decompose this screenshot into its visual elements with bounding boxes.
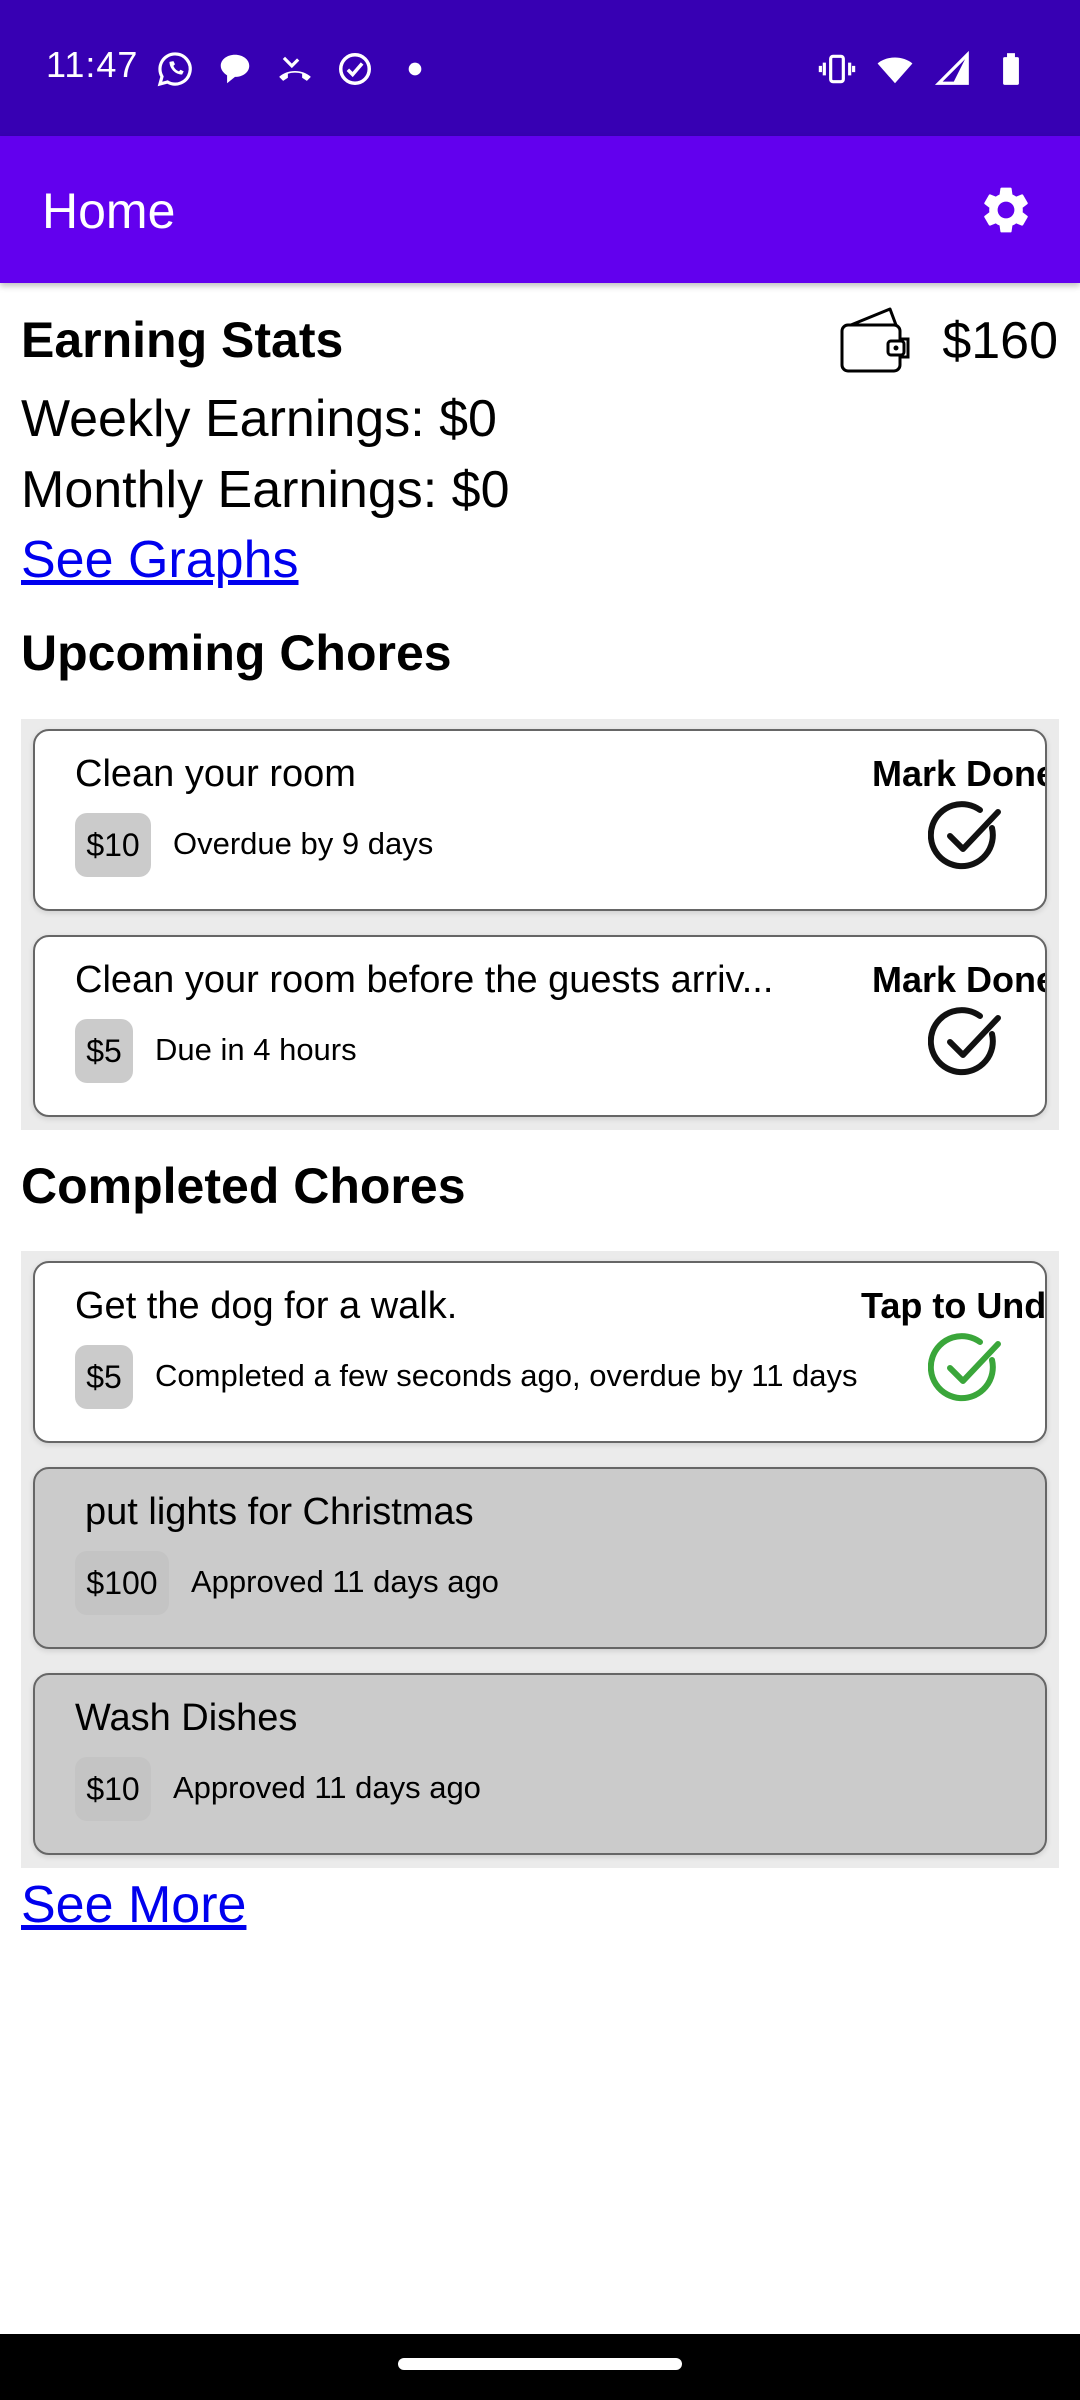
wifi-icon xyxy=(877,57,913,84)
chore-card[interactable]: Get the dog for a walk. $5 Completed a f… xyxy=(33,1261,1047,1443)
wallet-balance: $160 xyxy=(942,312,1058,370)
chore-title: put lights for Christmas xyxy=(85,1491,474,1533)
chore-title: Clean your room before the guests arriv.… xyxy=(75,959,774,1001)
missed-call-icon xyxy=(279,56,311,81)
chore-due: Due in 4 hours xyxy=(155,1032,357,1067)
chore-status: Approved 11 days ago xyxy=(173,1770,481,1805)
tap-to-undo-label[interactable]: Tap to Undo xyxy=(861,1285,1045,1327)
check-circle-icon xyxy=(339,53,371,85)
dot-icon xyxy=(408,62,422,76)
see-graphs-link[interactable]: See Graphs xyxy=(21,530,299,590)
battery-icon xyxy=(1003,53,1019,85)
weekly-earnings: Weekly Earnings: $0 xyxy=(21,390,497,448)
chore-due: Overdue by 9 days xyxy=(173,826,434,861)
approved-chore-card[interactable]: put lights for Christmas $100 Approved 1… xyxy=(33,1467,1047,1649)
approved-chore-card[interactable]: Wash Dishes $10 Approved 11 days ago xyxy=(33,1673,1047,1855)
chore-amount: $100 xyxy=(75,1551,169,1615)
chore-title: Get the dog for a walk. xyxy=(75,1285,458,1327)
monthly-earnings: Monthly Earnings: $0 xyxy=(21,461,510,519)
chore-card[interactable]: Clean your room before the guests arriv.… xyxy=(33,935,1047,1117)
status-notification-icons xyxy=(156,50,434,88)
whatsapp-icon xyxy=(157,52,192,87)
app-bar: Home xyxy=(0,136,1080,283)
chore-amount: $5 xyxy=(75,1345,133,1409)
signal-icon xyxy=(934,50,969,85)
status-system-icons xyxy=(818,50,1030,88)
earning-stats-heading: Earning Stats xyxy=(21,312,344,368)
navigation-bar xyxy=(0,2334,1080,2400)
wallet-icon xyxy=(840,307,910,373)
gear-icon xyxy=(984,187,1028,233)
settings-button[interactable] xyxy=(968,172,1044,248)
mark-done-label[interactable]: Mark Done xyxy=(872,753,1045,795)
see-more-link[interactable]: See More xyxy=(21,1875,246,1935)
mark-done-check-icon[interactable] xyxy=(928,1006,1004,1082)
chore-status: Completed a few seconds ago, overdue by … xyxy=(155,1358,858,1393)
chore-amount: $10 xyxy=(75,1757,151,1821)
completed-check-icon[interactable] xyxy=(928,1332,1004,1408)
chat-bubble-icon xyxy=(220,54,250,84)
mark-done-check-icon[interactable] xyxy=(928,800,1004,876)
status-time: 11:47 xyxy=(46,44,139,85)
chore-card[interactable]: Clean your room $10 Overdue by 9 days Ma… xyxy=(33,729,1047,911)
chore-title: Wash Dishes xyxy=(75,1697,298,1739)
vibrate-icon xyxy=(818,54,856,84)
chore-title: Clean your room xyxy=(75,753,356,795)
home-gesture-handle[interactable] xyxy=(398,2358,682,2370)
chore-status: Approved 11 days ago xyxy=(191,1564,499,1599)
completed-chores-heading: Completed Chores xyxy=(21,1158,466,1214)
status-bar: 11:47 xyxy=(0,0,1080,136)
chore-amount: $10 xyxy=(75,813,151,877)
upcoming-chores-heading: Upcoming Chores xyxy=(21,625,452,681)
page-title: Home xyxy=(42,183,176,239)
chore-amount: $5 xyxy=(75,1019,133,1083)
mark-done-label[interactable]: Mark Done xyxy=(872,959,1045,1001)
